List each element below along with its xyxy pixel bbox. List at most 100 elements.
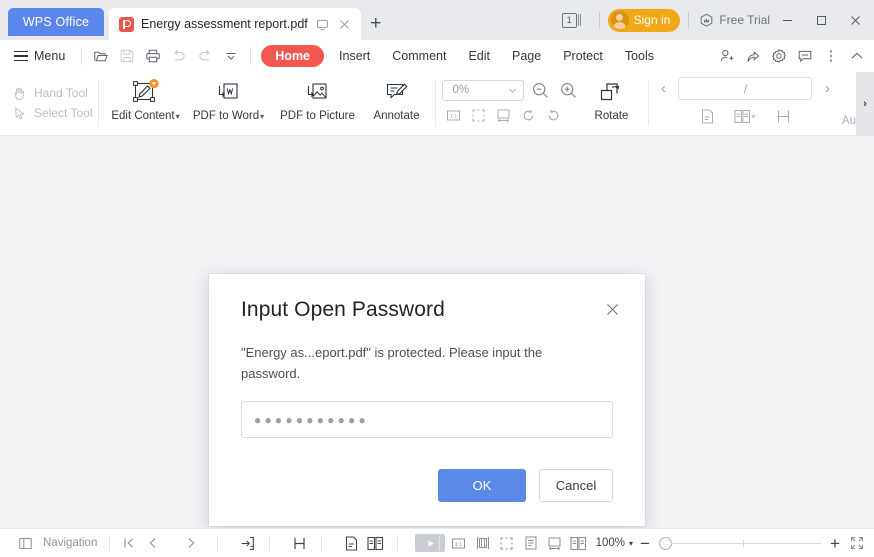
zoom-slider[interactable] [659,536,821,550]
divider [81,47,83,65]
page-number-input[interactable]: / [678,77,813,100]
rotate-left-icon[interactable] [518,106,538,124]
fit-width-icon[interactable] [543,531,567,555]
status-bar-right: 1:1 100% ▾ − + [432,531,869,555]
pdf-to-picture-label: PDF to Picture [280,110,355,122]
input-open-password-dialog: Input Open Password "Energy as...eport.p… [209,274,645,526]
navigation-button[interactable]: Navigation [8,531,102,555]
small-view-tools-row: 1:1 [442,106,580,124]
fit-height-icon[interactable] [471,531,495,555]
pdf-to-word-text: PDF to Word [192,110,260,122]
reading-mode-icon[interactable] [519,531,543,555]
ok-button[interactable]: OK [438,469,526,502]
customize-dropdown-icon[interactable] [218,43,244,69]
zoom-percent-dropdown[interactable]: 100% ▾ [596,537,633,549]
new-tab-button[interactable]: + [361,8,391,40]
actual-size-icon[interactable]: 1:1 [443,106,463,124]
open-folder-icon[interactable] [88,43,114,69]
pdf-to-word-icon [213,77,243,107]
tab-comment[interactable]: Comment [381,45,457,67]
zoom-level-select[interactable]: 0% [442,79,525,101]
monitor-split-icon[interactable] [315,17,330,32]
dialog-actions: OK Cancel [209,438,645,502]
tab-insert[interactable]: Insert [328,45,381,67]
document-count-badge[interactable]: 1 [561,12,581,28]
collapse-ribbon-icon[interactable] [844,43,870,69]
page-break-icon[interactable] [773,107,793,125]
tab-tools[interactable]: Tools [614,45,665,67]
menu-button[interactable]: Menu [0,49,75,63]
two-page-icon[interactable] [363,531,387,555]
save-icon[interactable] [114,43,140,69]
rotate-right-icon[interactable] [543,106,563,124]
document-tab[interactable]: Energy assessment report.pdf [109,8,361,40]
fit-page-icon[interactable] [495,531,519,555]
free-trial-button[interactable]: Free Trial [699,13,770,28]
window-close-button[interactable] [838,0,872,40]
single-page-icon[interactable] [339,531,363,555]
fit-page-icon[interactable] [468,106,488,124]
new-tab-label: + [370,13,382,34]
zoom-out-button[interactable]: − [635,535,655,552]
annotate-icon [381,77,411,107]
select-tool-button[interactable]: Select Tool [12,106,92,121]
pdf-to-word-label: PDF to Word▾ [193,110,264,122]
more-options-icon[interactable] [818,43,844,69]
password-input[interactable]: ●●●●●●●●●●● [241,401,613,438]
prev-page-button[interactable]: ‹ [655,80,671,97]
pdf-file-icon [119,16,134,32]
annotate-button[interactable]: Annotate [363,72,429,134]
page-navigation-group: ‹ / › [655,72,835,134]
tab-home[interactable]: Home [261,45,325,67]
menu-bar-right [714,40,870,72]
zoom-in-button[interactable]: + [825,535,845,552]
prev-page-icon[interactable] [141,531,165,555]
sign-in-label: Sign in [633,13,671,27]
fit-width-icon[interactable] [493,106,513,124]
tab-protect[interactable]: Protect [552,45,614,67]
zoom-slider-track[interactable] [671,539,821,547]
actual-size-icon[interactable]: 1:1 [447,531,471,555]
svg-text:1:1: 1:1 [450,113,458,119]
pdf-to-picture-button[interactable]: PDF to Picture [271,72,363,134]
tab-page[interactable]: Page [501,45,552,67]
wps-office-button[interactable]: WPS Office [8,8,104,36]
page-break-icon[interactable] [287,531,311,555]
sign-in-button[interactable]: Sign in [607,8,681,32]
single-page-icon[interactable] [697,107,717,125]
share-icon[interactable] [740,43,766,69]
zoom-in-icon[interactable] [556,78,580,102]
add-user-icon[interactable] [714,43,740,69]
feedback-comment-icon[interactable] [792,43,818,69]
cancel-button[interactable]: Cancel [539,469,613,502]
import-icon[interactable] [235,531,259,555]
menu-label: Menu [34,49,66,63]
close-icon[interactable] [337,17,352,32]
fullscreen-icon[interactable] [845,531,869,555]
window-minimize-button[interactable] [770,0,804,40]
zoom-controls-row: 0% [442,78,580,102]
rotate-button[interactable]: Rotate [580,72,642,134]
print-icon[interactable] [140,43,166,69]
edit-content-button[interactable]: Edit Content▾ [105,72,185,134]
two-page-icon[interactable] [731,107,759,125]
hand-tool-button[interactable]: Hand Tool [12,86,92,101]
right-panel-expand-handle[interactable]: › [856,72,874,136]
crown-icon [699,13,714,28]
zoom-out-icon[interactable] [528,78,552,102]
first-page-icon[interactable] [117,531,141,555]
settings-gear-icon[interactable] [766,43,792,69]
undo-icon[interactable] [166,43,192,69]
redo-icon[interactable] [192,43,218,69]
tab-edit[interactable]: Edit [457,45,501,67]
title-bar-right: 1 Sign in Free Trial [556,0,874,40]
rotate-pages-icon [596,77,626,107]
pdf-to-word-button[interactable]: PDF to Word▾ [185,72,271,134]
dialog-close-icon[interactable] [601,298,623,320]
select-tool-label: Select Tool [34,106,93,120]
window-maximize-button[interactable] [804,0,838,40]
avatar [610,11,629,29]
next-page-icon[interactable] [179,531,203,555]
two-page-view-icon[interactable] [567,531,591,555]
next-page-button[interactable]: › [819,80,835,97]
